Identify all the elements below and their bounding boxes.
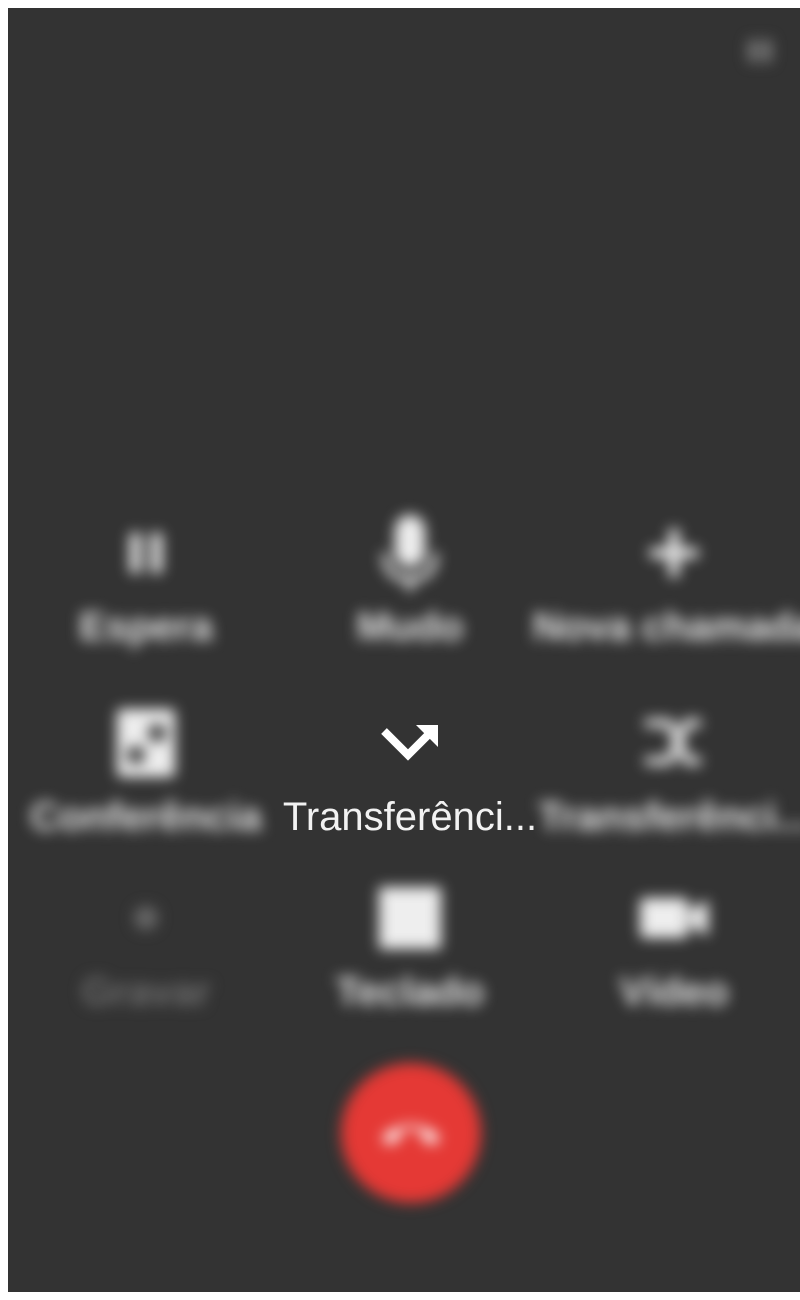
keypad-label: Teclado: [335, 970, 485, 1014]
hold-label: Espera: [79, 605, 213, 649]
video-button[interactable]: Vídeo: [542, 878, 800, 1028]
video-label: Vídeo: [619, 970, 729, 1014]
call-timer: [348, 333, 478, 383]
attended-transfer-button[interactable]: Transferênci...: [538, 703, 800, 853]
mute-label: Mudo: [356, 605, 464, 649]
microphone-icon: [370, 513, 450, 593]
keypad-button[interactable]: Teclado: [278, 878, 542, 1028]
hold-button[interactable]: Espera: [14, 513, 278, 663]
record-button[interactable]: Gravar: [14, 878, 278, 1028]
mute-button[interactable]: Mudo: [278, 513, 542, 663]
record-label: Gravar: [81, 970, 211, 1014]
hang-up-icon: [376, 1111, 446, 1156]
pause-icon: [106, 513, 186, 593]
record-icon: [106, 878, 186, 958]
minimize-icon[interactable]: [742, 38, 778, 64]
conference-label: Conferência: [30, 795, 262, 839]
video-icon: [634, 878, 714, 958]
transfer-label: Transferênci...: [282, 795, 538, 839]
caller-number: [208, 258, 608, 328]
caller-name: [308, 158, 518, 228]
call-forward-icon: [370, 703, 450, 783]
end-call-button[interactable]: [341, 1063, 481, 1203]
plus-icon: [634, 513, 714, 593]
call-screen: Espera Mudo Nova chamada Conferência Tra…: [8, 8, 800, 1292]
conference-button[interactable]: Conferência: [14, 703, 278, 853]
attended-transfer-label: Transferênci...: [538, 795, 800, 839]
shuffle-icon: [634, 703, 714, 783]
keypad-icon: [370, 878, 450, 958]
conference-icon: [106, 703, 186, 783]
transfer-button[interactable]: Transferênci...: [278, 703, 542, 853]
new-call-label: Nova chamada: [532, 605, 800, 649]
new-call-button[interactable]: Nova chamada: [533, 513, 800, 663]
